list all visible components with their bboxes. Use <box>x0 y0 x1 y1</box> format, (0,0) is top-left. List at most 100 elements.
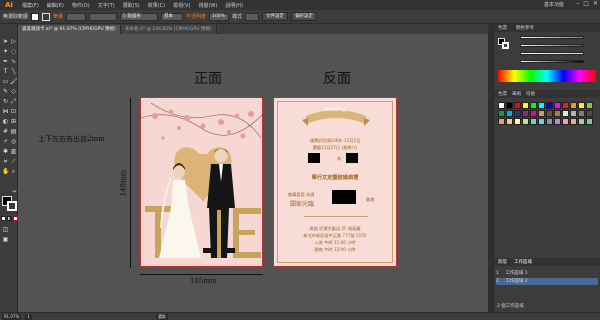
gradient-tool-icon[interactable]: ▤ <box>10 128 17 135</box>
hand-tool-icon[interactable]: ✋ <box>2 168 9 175</box>
menu-help[interactable]: 說明(H) <box>221 2 247 9</box>
color-swatch[interactable] <box>546 118 553 125</box>
color-swatch[interactable] <box>586 118 593 125</box>
color-swatch[interactable] <box>530 110 537 117</box>
menu-view[interactable]: 檢視(V) <box>169 2 194 9</box>
eyedropper-tool-icon[interactable]: ⌿ <box>2 138 9 145</box>
color-swatch[interactable] <box>530 102 537 109</box>
menu-type[interactable]: 文字(T) <box>94 2 119 9</box>
color-swatch[interactable] <box>538 110 545 117</box>
color-swatch[interactable] <box>514 118 521 125</box>
color-swatch[interactable] <box>554 110 561 117</box>
color-swatch[interactable] <box>586 110 593 117</box>
color-swatch[interactable] <box>578 118 585 125</box>
close-button[interactable]: ✕ <box>593 0 598 7</box>
brush-definition[interactable]: 5 點圓形 <box>120 12 159 21</box>
tab-document-2[interactable]: 未命名-2* @ 244.62% (CMYK/GPU 預視) <box>120 25 217 34</box>
type-tool-icon[interactable]: T <box>2 68 9 75</box>
tab-color-guide[interactable]: 顏色參考 <box>516 25 534 31</box>
color-swatch[interactable] <box>530 118 537 125</box>
color-swatch[interactable] <box>506 102 513 109</box>
color-swatch[interactable] <box>562 118 569 125</box>
menu-select[interactable]: 選取(S) <box>119 2 144 9</box>
selection-tool-icon[interactable]: ➤ <box>2 38 9 45</box>
zoom-level[interactable]: 91.07% <box>2 313 22 320</box>
graphic-style-box[interactable]: 基本 <box>161 12 184 21</box>
stroke-weight-input[interactable] <box>66 12 87 21</box>
draw-mode-icon[interactable]: ◫ <box>2 226 9 233</box>
color-swatch[interactable] <box>522 110 529 117</box>
cyan-slider[interactable] <box>520 36 584 39</box>
magenta-slider[interactable] <box>520 44 584 47</box>
swap-colors-icon[interactable]: ↔ <box>11 189 18 196</box>
tab-brushes[interactable]: 筆刷 <box>512 91 521 97</box>
color-spectrum-bar[interactable] <box>498 70 596 82</box>
tab-layers[interactable]: 圖層 <box>498 259 507 265</box>
shape-builder-icon[interactable]: ◐ <box>2 118 9 125</box>
menu-object[interactable]: 物件(O) <box>68 2 94 9</box>
color-swatch[interactable] <box>578 102 585 109</box>
fill-swatch[interactable] <box>31 12 40 21</box>
variable-width-profile[interactable] <box>89 12 118 21</box>
artboard-row-2[interactable]: 2 工作區域 2 <box>496 278 598 285</box>
color-swatch[interactable] <box>514 110 521 117</box>
artboard-row-1[interactable]: 1 工作區域 1 <box>496 270 598 277</box>
preferences-button[interactable]: 偏好設定 <box>291 12 318 21</box>
maximize-button[interactable]: □ <box>583 0 589 7</box>
color-swatch[interactable] <box>554 102 561 109</box>
magic-wand-icon[interactable]: ✦ <box>2 48 9 55</box>
color-swatch[interactable] <box>538 118 545 125</box>
stroke-label[interactable]: 筆畫 <box>53 13 63 20</box>
color-swatch[interactable] <box>506 118 513 125</box>
menu-file[interactable]: 檔案(F) <box>18 2 43 9</box>
scale-tool-icon[interactable]: ⤢ <box>10 98 17 105</box>
stroke-color-icon[interactable] <box>7 201 17 211</box>
color-swatch[interactable] <box>498 118 505 125</box>
yellow-slider[interactable] <box>520 52 584 55</box>
lasso-tool-icon[interactable]: ◌ <box>10 48 17 55</box>
tab-color[interactable]: 色票 <box>498 25 507 31</box>
color-swatch[interactable] <box>578 110 585 117</box>
gradient-mode-icon[interactable] <box>7 216 12 221</box>
color-swatch[interactable] <box>570 102 577 109</box>
color-swatch[interactable] <box>514 102 521 109</box>
perspective-grid-icon[interactable]: ⊞ <box>10 118 17 125</box>
style-picker[interactable] <box>245 12 260 21</box>
panel-stroke-icon[interactable] <box>502 42 509 49</box>
color-swatch[interactable] <box>546 110 553 117</box>
paintbrush-tool-icon[interactable]: 🖌 <box>10 78 18 85</box>
tab-swatches[interactable]: 色票 <box>498 91 507 97</box>
workspace-switcher[interactable]: 基本功能 <box>544 1 564 8</box>
color-swatch[interactable] <box>522 102 529 109</box>
width-tool-icon[interactable]: ⋈ <box>2 108 9 115</box>
artboard-front[interactable] <box>140 97 263 267</box>
color-mode-icon[interactable] <box>1 216 6 221</box>
mesh-tool-icon[interactable]: # <box>2 128 9 135</box>
graph-tool-icon[interactable]: ▥ <box>10 148 17 155</box>
slice-tool-icon[interactable]: ⟋ <box>10 158 17 165</box>
color-swatch[interactable] <box>554 118 561 125</box>
color-swatch[interactable] <box>586 102 593 109</box>
color-swatch[interactable] <box>562 110 569 117</box>
screen-mode-icon[interactable]: ▣ <box>2 236 9 243</box>
color-swatch[interactable] <box>570 110 577 117</box>
minimize-button[interactable]: – <box>576 0 579 7</box>
opacity-input[interactable]: 100% <box>209 12 230 21</box>
eraser-tool-icon[interactable]: ◇ <box>10 88 17 95</box>
curvature-tool-icon[interactable]: ∿ <box>10 58 17 65</box>
menu-edit[interactable]: 編輯(E) <box>43 2 68 9</box>
color-swatch[interactable] <box>498 110 505 117</box>
pencil-tool-icon[interactable]: ✎ <box>2 88 9 95</box>
rotate-tool-icon[interactable]: ↻ <box>2 98 9 105</box>
color-swatch[interactable] <box>538 102 545 109</box>
direct-selection-tool-icon[interactable]: ▷ <box>10 38 17 45</box>
zoom-tool-icon[interactable]: ⌕ <box>10 168 17 175</box>
line-tool-icon[interactable]: ╲ <box>10 68 17 75</box>
pen-tool-icon[interactable]: ✒ <box>2 58 9 65</box>
artboard-navigator[interactable]: 1 <box>25 313 32 320</box>
rectangle-tool-icon[interactable]: ▭ <box>2 78 9 85</box>
menu-effect[interactable]: 效果(C) <box>144 2 169 9</box>
color-swatch[interactable] <box>498 102 505 109</box>
free-transform-icon[interactable]: ⊡ <box>10 108 17 115</box>
color-swatch[interactable] <box>506 110 513 117</box>
